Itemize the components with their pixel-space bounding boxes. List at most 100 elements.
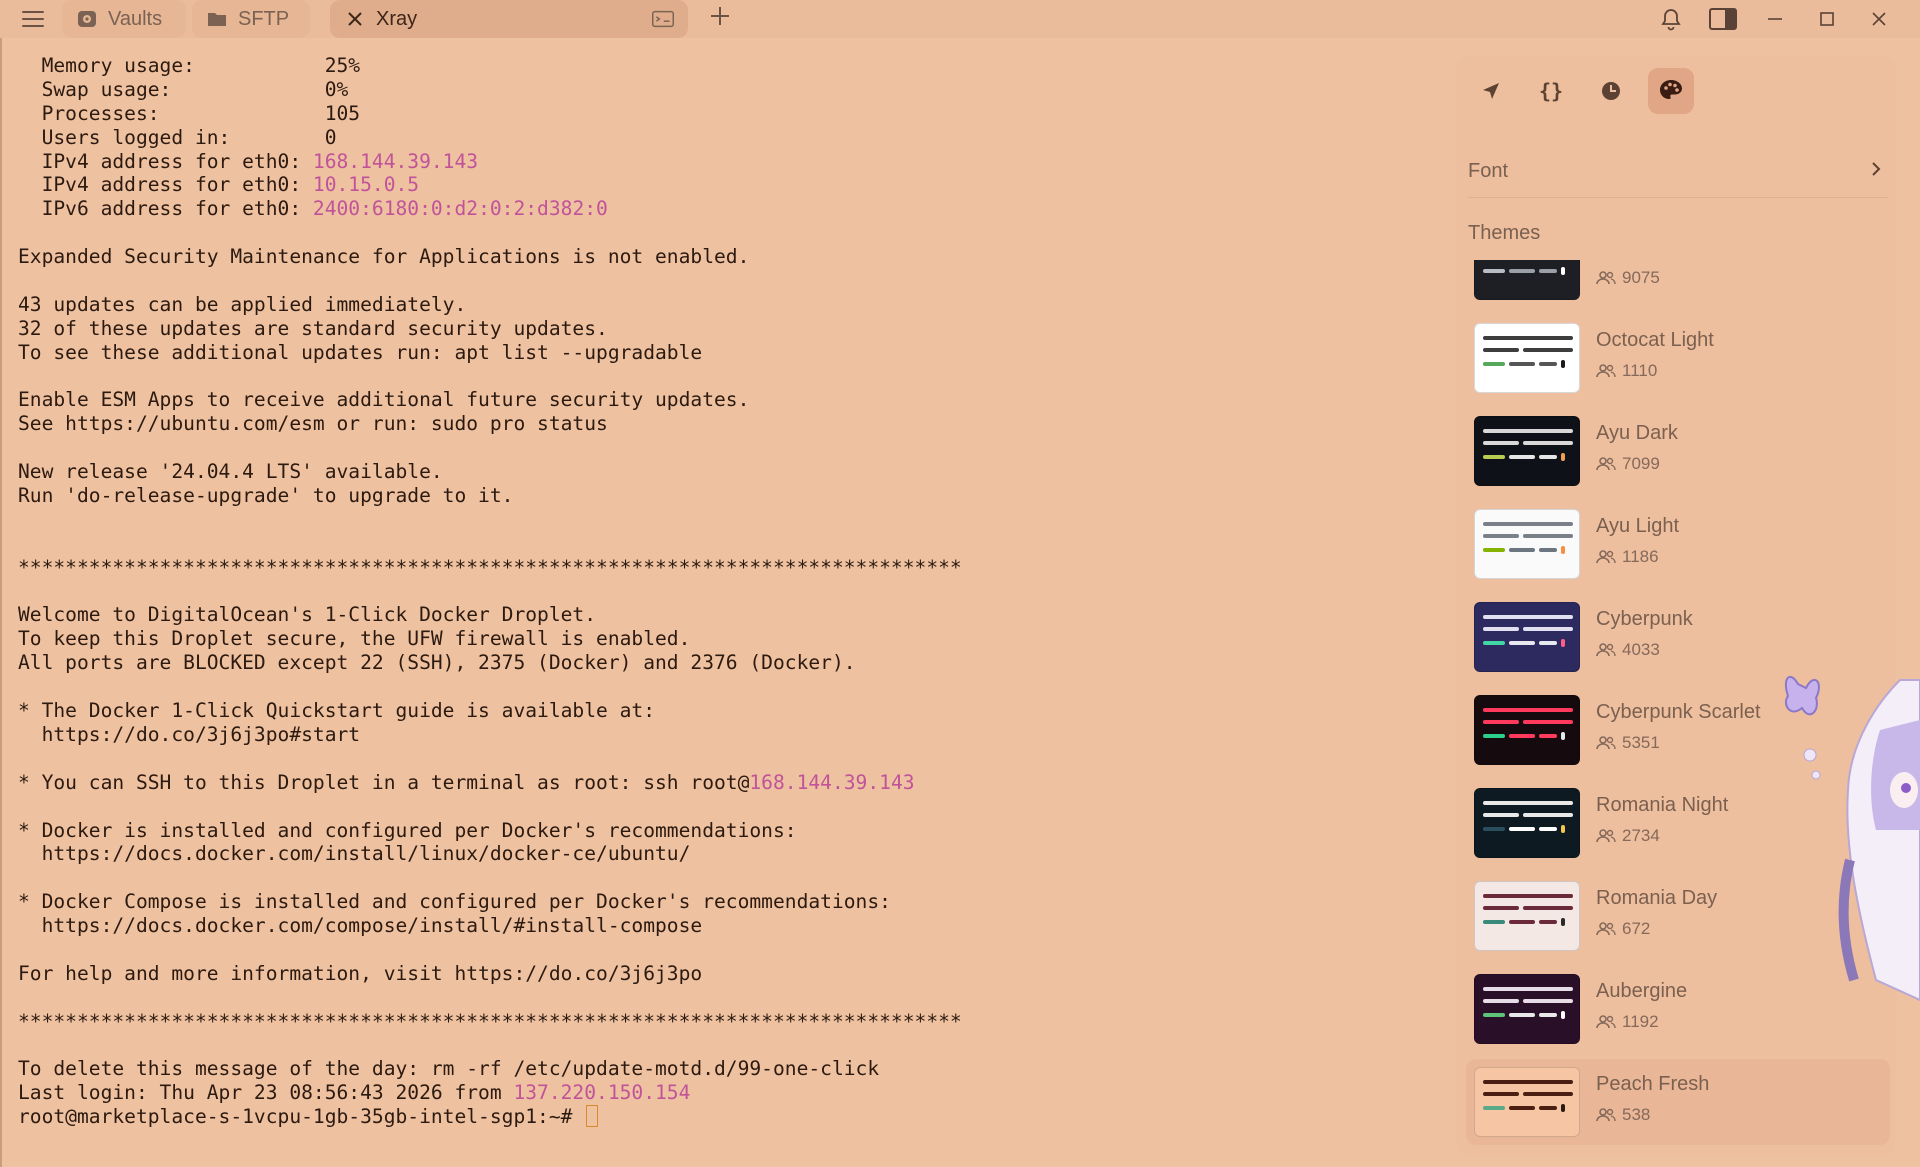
tab-label: Vaults	[108, 7, 163, 30]
terminal-line: * The Docker 1-Click Quickstart guide is…	[18, 699, 1450, 723]
users-icon	[1596, 643, 1616, 657]
terminal-text: https://do.co/3j6j3po#start	[18, 722, 361, 746]
preview-line	[1523, 1092, 1573, 1096]
palette-icon[interactable]	[1648, 68, 1694, 114]
terminal-split-icon[interactable]	[652, 8, 674, 30]
terminal-output[interactable]: Memory usage: 25% Swap usage: 0% Process…	[0, 38, 1450, 1167]
count-value: 9075	[1622, 268, 1660, 287]
preview-line	[1483, 734, 1505, 738]
terminal-line: * Docker is installed and configured per…	[18, 819, 1450, 843]
ip-address: 10.15.0.5	[312, 173, 420, 197]
sidebar-toggle-icon[interactable]	[1708, 6, 1738, 32]
preview-line	[1483, 720, 1519, 724]
preview-line	[1483, 441, 1519, 445]
theme-item[interactable]: Ayu Light 1186	[1466, 501, 1890, 587]
preview-line	[1561, 918, 1565, 926]
theme-preview-thumbnail	[1474, 260, 1580, 300]
preview-line	[1483, 1092, 1519, 1096]
terminal-text: Expanded Security Maintenance for Applic…	[18, 245, 750, 269]
count-value: 538	[1622, 1105, 1651, 1124]
count-value: 2734	[1622, 826, 1660, 845]
minimize-icon[interactable]	[1760, 6, 1790, 32]
terminal-line: IPv6 address for eth0: 2400:6180:0:d2:0:…	[18, 197, 1450, 221]
maximize-icon[interactable]	[1812, 6, 1842, 32]
theme-users-count: 7099	[1596, 454, 1660, 474]
theme-item[interactable]: Ayu Dark 7099	[1466, 408, 1890, 494]
preview-line	[1539, 641, 1557, 645]
chevron-right-icon	[1870, 160, 1882, 184]
terminal-line: IPv4 address for eth0: 10.15.0.5	[18, 173, 1450, 197]
terminal-line: Last login: Thu Apr 23 08:56:43 2026 fro…	[18, 1081, 1450, 1105]
bell-icon[interactable]	[1656, 6, 1686, 32]
braces-icon[interactable]: {}	[1528, 68, 1574, 114]
themes-title: Themes	[1468, 222, 1541, 244]
tab-vaults[interactable]: Vaults	[62, 0, 186, 38]
terminal-text: 43 updates can be applied immediately.	[18, 292, 467, 316]
theme-name: Ayu Dark	[1596, 422, 1678, 444]
count-value: 7099	[1622, 454, 1660, 473]
vault-icon	[76, 8, 98, 30]
preview-line	[1539, 920, 1557, 924]
terminal-text: See https://ubuntu.com/esm or run: sudo …	[18, 412, 608, 436]
new-tab-icon[interactable]	[706, 4, 734, 32]
terminal-line: * You can SSH to this Droplet in a termi…	[18, 771, 1450, 795]
preview-line	[1509, 1013, 1535, 1017]
theme-item[interactable]: Octocat Light 1110	[1466, 315, 1890, 401]
preview-line	[1483, 429, 1573, 433]
terminal-text: https://docs.docker.com/compose/install/…	[18, 914, 703, 938]
theme-name: Aubergine	[1596, 980, 1688, 1002]
terminal-text: IPv6 address for eth0:	[18, 197, 313, 221]
preview-line	[1509, 1106, 1535, 1110]
theme-name: Romania Night	[1596, 794, 1729, 816]
terminal-line: ****************************************…	[18, 1010, 1450, 1034]
terminal-text: * Docker is installed and configured per…	[18, 818, 797, 842]
tab-sftp[interactable]: SFTP	[192, 0, 310, 38]
users-icon	[1596, 550, 1616, 564]
clock-icon[interactable]	[1588, 68, 1634, 114]
window-close-icon[interactable]	[1864, 6, 1894, 32]
theme-preview-thumbnail	[1474, 788, 1580, 858]
terminal-line: Welcome to DigitalOcean's 1-Click Docker…	[18, 603, 1450, 627]
terminal-line: Expanded Security Maintenance for Applic…	[18, 245, 1450, 269]
terminal-line: Users logged in: 0	[18, 126, 1450, 150]
terminal-line: Processes: 105	[18, 102, 1450, 126]
preview-line	[1483, 615, 1573, 619]
rocket-icon[interactable]	[1468, 68, 1514, 114]
preview-line	[1539, 269, 1557, 273]
preview-line	[1539, 548, 1557, 552]
preview-line	[1483, 894, 1573, 898]
preview-line	[1509, 362, 1535, 366]
users-icon	[1596, 271, 1616, 285]
terminal-line: Swap usage: 0%	[18, 78, 1450, 102]
preview-line	[1561, 639, 1565, 647]
terminal-line: https://docs.docker.com/install/linux/do…	[18, 842, 1450, 866]
theme-preview-thumbnail	[1474, 602, 1580, 672]
theme-item[interactable]: Peach Fresh 538	[1466, 1059, 1890, 1145]
close-icon[interactable]	[344, 8, 366, 30]
preview-line	[1483, 1013, 1505, 1017]
theme-preview-thumbnail	[1474, 323, 1580, 393]
preview-line	[1523, 813, 1573, 817]
preview-line	[1523, 906, 1573, 910]
terminal-line: To keep this Droplet secure, the UFW fir…	[18, 627, 1450, 651]
preview-line	[1483, 348, 1519, 352]
terminal-text: Run 'do-release-upgrade' to upgrade to i…	[18, 484, 514, 508]
tab-xray[interactable]: Xray	[330, 0, 688, 38]
font-setting-row[interactable]: Font	[1468, 146, 1888, 198]
preview-line	[1539, 455, 1557, 459]
terminal-text: To see these additional updates run: apt…	[18, 340, 703, 364]
theme-item[interactable]: 9075	[1466, 260, 1890, 308]
theme-users-count: 4033	[1596, 640, 1660, 660]
terminal-text: ****************************************…	[18, 555, 962, 579]
preview-line	[1523, 627, 1573, 631]
hamburger-menu-icon[interactable]	[22, 8, 48, 30]
users-icon	[1596, 457, 1616, 471]
terminal-line: Memory usage: 25%	[18, 54, 1450, 78]
preview-line	[1561, 1011, 1565, 1019]
preview-line	[1509, 827, 1535, 831]
